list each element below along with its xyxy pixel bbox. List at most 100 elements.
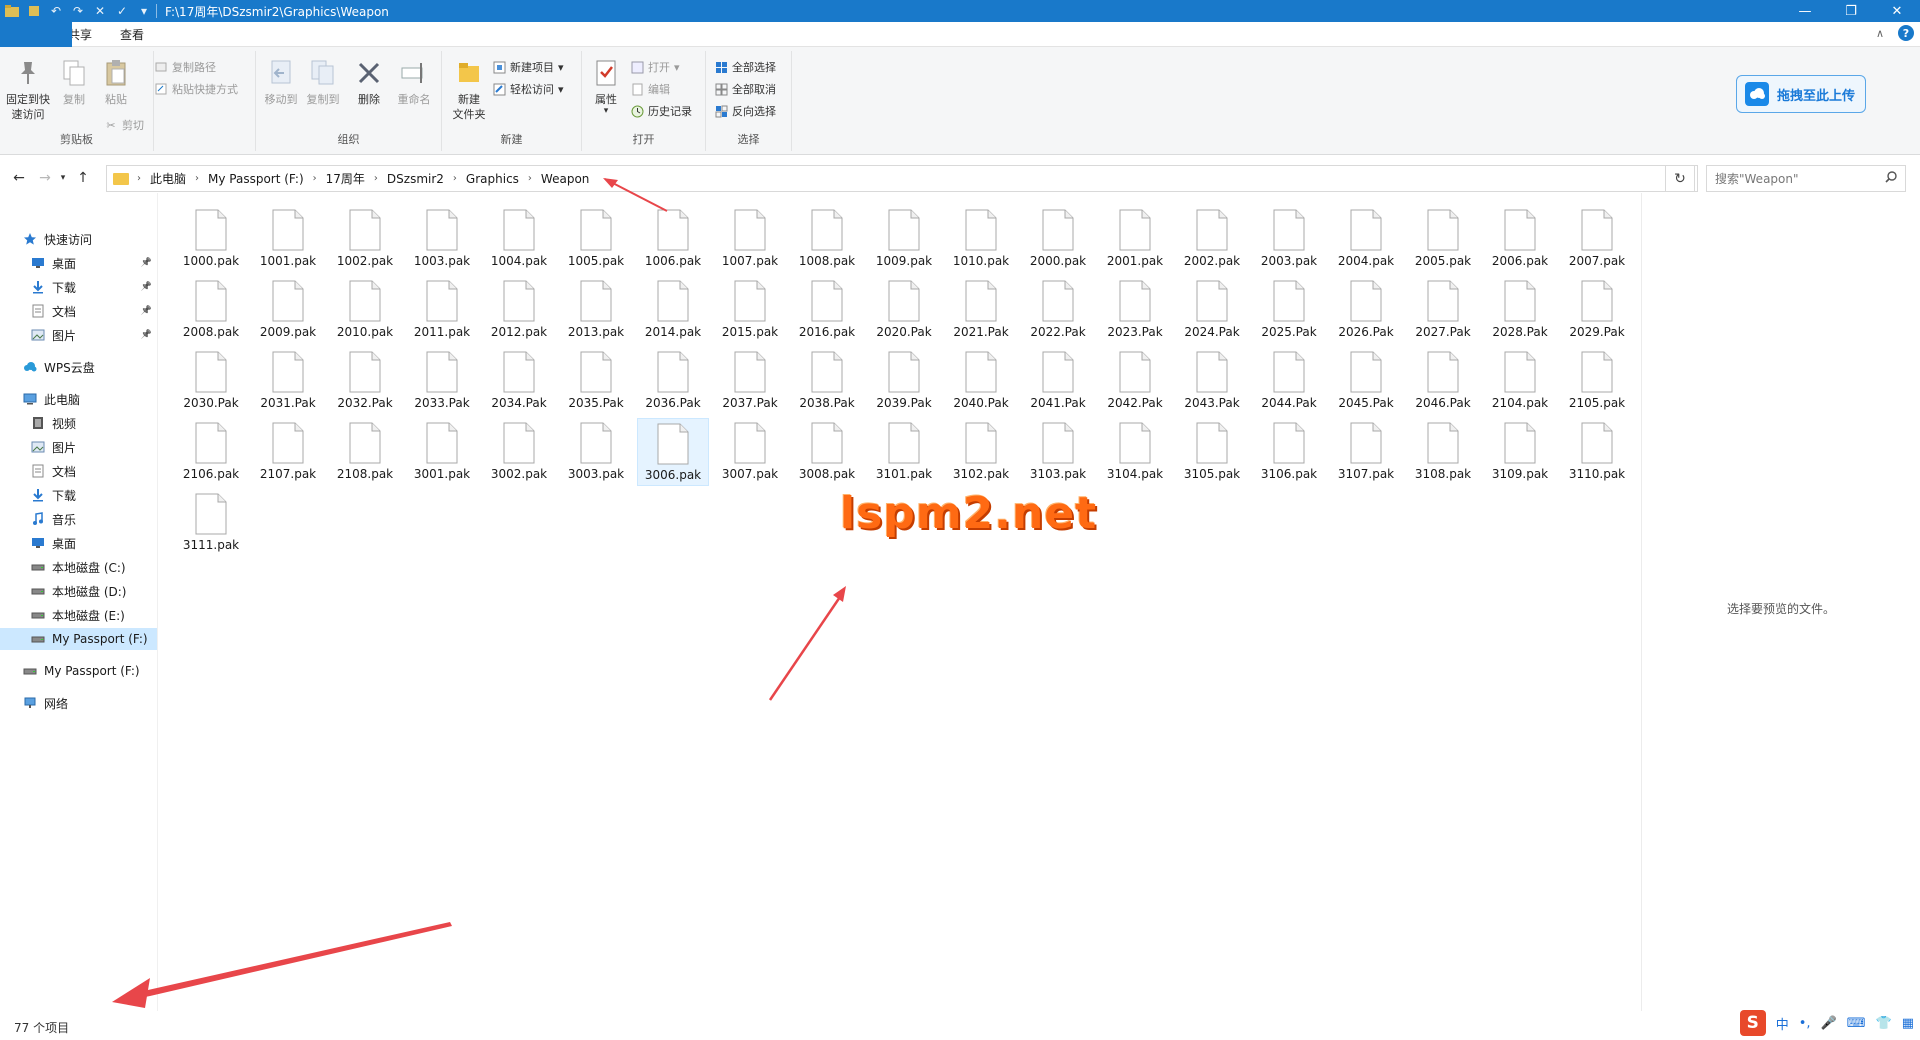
file-item[interactable]: 1009.pak: [868, 205, 940, 273]
file-item[interactable]: 2001.pak: [1099, 205, 1171, 273]
new-item-button[interactable]: 新建项目 ▾: [492, 57, 564, 77]
file-item[interactable]: 2023.Pak: [1099, 276, 1171, 344]
file-item[interactable]: 2104.pak: [1484, 347, 1556, 415]
file-item[interactable]: 2025.Pak: [1253, 276, 1325, 344]
nav-item[interactable]: 视频: [0, 412, 158, 434]
file-item[interactable]: 3110.pak: [1561, 418, 1633, 486]
forward-arrow-icon[interactable]: →: [34, 167, 56, 189]
delete-icon[interactable]: ✕: [92, 3, 108, 19]
nav-item[interactable]: 快速访问: [0, 228, 158, 250]
nav-item[interactable]: 文档: [0, 460, 158, 482]
file-item[interactable]: 2044.Pak: [1253, 347, 1325, 415]
nav-item[interactable]: 文档 📌: [0, 300, 158, 322]
folder-small-icon[interactable]: [26, 3, 42, 19]
edit-button[interactable]: 编辑: [630, 79, 670, 99]
file-item[interactable]: 2045.Pak: [1330, 347, 1402, 415]
file-item[interactable]: 2015.pak: [714, 276, 786, 344]
file-item[interactable]: 1006.pak: [637, 205, 709, 273]
breadcrumb-dszsmir2[interactable]: DSzsmir2 ›: [387, 172, 466, 186]
breadcrumb-graphics[interactable]: Graphics ›: [466, 172, 541, 186]
history-button[interactable]: 历史记录: [630, 101, 692, 121]
help-icon[interactable]: ?: [1898, 25, 1914, 41]
nav-item[interactable]: 桌面 📌: [0, 252, 158, 274]
file-item[interactable]: 2036.Pak: [637, 347, 709, 415]
undo-icon[interactable]: ↶: [48, 3, 64, 19]
file-item[interactable]: 2008.pak: [175, 276, 247, 344]
file-item[interactable]: 3101.pak: [868, 418, 940, 486]
file-item[interactable]: 1007.pak: [714, 205, 786, 273]
file-item[interactable]: 2107.pak: [252, 418, 324, 486]
copy-to-button[interactable]: 复制到: [302, 53, 344, 107]
nav-item[interactable]: 图片 📌: [0, 324, 158, 346]
file-item[interactable]: 2030.Pak: [175, 347, 247, 415]
nav-item[interactable]: 音乐: [0, 508, 158, 530]
file-item[interactable]: 2010.pak: [329, 276, 401, 344]
file-item[interactable]: 2007.pak: [1561, 205, 1633, 273]
nav-item[interactable]: 图片: [0, 436, 158, 458]
file-item[interactable]: 2000.pak: [1022, 205, 1094, 273]
customize-dropdown-icon[interactable]: ▾: [136, 3, 152, 19]
file-item[interactable]: 1002.pak: [329, 205, 401, 273]
file-item[interactable]: 3111.pak: [175, 489, 247, 557]
file-item[interactable]: 1003.pak: [406, 205, 478, 273]
properties-button[interactable]: 属性 ▾: [586, 53, 626, 116]
file-item[interactable]: 1000.pak: [175, 205, 247, 273]
search-input[interactable]: 搜索"Weapon": [1706, 165, 1906, 192]
file-item[interactable]: 2105.pak: [1561, 347, 1633, 415]
breadcrumb-weapon[interactable]: Weapon: [541, 172, 589, 186]
file-item[interactable]: 1005.pak: [560, 205, 632, 273]
ime-language[interactable]: 中: [1776, 1014, 1789, 1033]
close-button[interactable]: ✕: [1874, 0, 1920, 22]
file-item[interactable]: 2043.Pak: [1176, 347, 1248, 415]
file-item[interactable]: 2022.Pak: [1022, 276, 1094, 344]
file-item[interactable]: 2028.Pak: [1484, 276, 1556, 344]
file-item[interactable]: 3103.pak: [1022, 418, 1094, 486]
copy-button[interactable]: 复制: [54, 53, 94, 107]
up-arrow-icon[interactable]: ↑: [72, 167, 94, 189]
restore-button[interactable]: ❐: [1828, 0, 1874, 22]
nav-item[interactable]: My Passport (F:): [0, 660, 158, 682]
file-item[interactable]: 2009.pak: [252, 276, 324, 344]
sogou-logo-icon[interactable]: S: [1739, 1010, 1766, 1036]
nav-item[interactable]: WPS云盘: [0, 356, 158, 378]
file-item[interactable]: 3001.pak: [406, 418, 478, 486]
properties-check-icon[interactable]: ✓: [114, 3, 130, 19]
redo-icon[interactable]: ↷: [70, 3, 86, 19]
file-item[interactable]: 1004.pak: [483, 205, 555, 273]
tab-view[interactable]: 查看: [106, 22, 158, 46]
file-item[interactable]: 3104.pak: [1099, 418, 1171, 486]
file-item[interactable]: 2106.pak: [175, 418, 247, 486]
file-item[interactable]: 2034.Pak: [483, 347, 555, 415]
nav-item[interactable]: 此电脑: [0, 388, 158, 410]
file-item[interactable]: 2027.Pak: [1407, 276, 1479, 344]
file-item[interactable]: 2033.Pak: [406, 347, 478, 415]
new-folder-button[interactable]: 新建 文件夹: [446, 53, 492, 122]
file-item[interactable]: 2013.pak: [560, 276, 632, 344]
microphone-icon[interactable]: 🎤: [1821, 1016, 1837, 1031]
file-item[interactable]: 3108.pak: [1407, 418, 1479, 486]
back-arrow-icon[interactable]: ←: [8, 167, 30, 189]
file-item[interactable]: 1010.pak: [945, 205, 1017, 273]
file-item[interactable]: 3107.pak: [1330, 418, 1402, 486]
file-item[interactable]: 3006.pak: [637, 418, 709, 486]
file-item[interactable]: 2024.Pak: [1176, 276, 1248, 344]
nav-item[interactable]: 本地磁盘 (D:): [0, 580, 158, 602]
open-button[interactable]: 打开 ▾: [630, 57, 680, 77]
nav-item[interactable]: 下载 📌: [0, 276, 158, 298]
easy-access-button[interactable]: 轻松访问 ▾: [492, 79, 564, 99]
nav-item[interactable]: My Passport (F:): [0, 628, 158, 650]
refresh-button[interactable]: ↻: [1665, 165, 1695, 192]
paste-button[interactable]: 粘贴: [96, 53, 136, 107]
nav-item[interactable]: 桌面: [0, 532, 158, 554]
delete-button[interactable]: 删除: [348, 53, 390, 107]
file-item[interactable]: 2046.Pak: [1407, 347, 1479, 415]
nav-item[interactable]: 网络: [0, 692, 158, 714]
file-item[interactable]: 2026.Pak: [1330, 276, 1402, 344]
breadcrumb-17th[interactable]: 17周年 ›: [326, 170, 387, 187]
file-item[interactable]: 3105.pak: [1176, 418, 1248, 486]
keyboard-icon[interactable]: ⌨: [1847, 1016, 1866, 1031]
file-item[interactable]: 3003.pak: [560, 418, 632, 486]
file-item[interactable]: 2038.Pak: [791, 347, 863, 415]
file-item[interactable]: 2016.pak: [791, 276, 863, 344]
file-item[interactable]: 2037.Pak: [714, 347, 786, 415]
